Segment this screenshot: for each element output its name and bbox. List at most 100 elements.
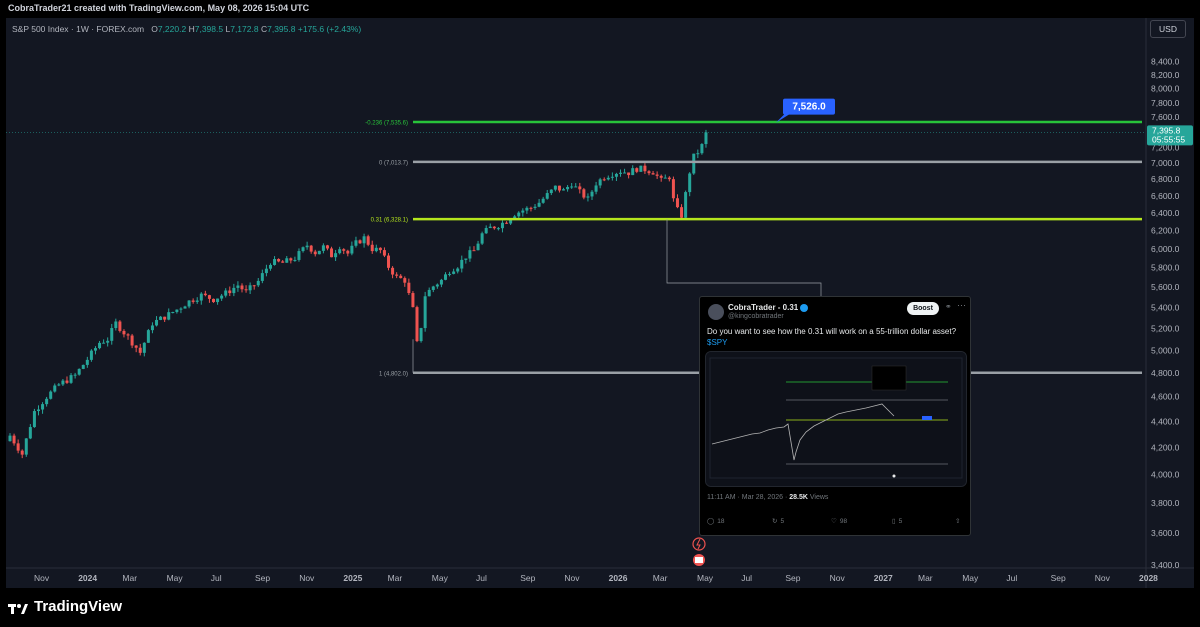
candle-body: [647, 171, 651, 174]
bookmark-button[interactable]: ▯ 5: [892, 517, 902, 526]
more-icon[interactable]: ⋯: [957, 300, 966, 311]
candle-body: [496, 228, 500, 230]
y-tick-label: 5,800.0: [1151, 263, 1180, 273]
candle-body: [399, 275, 403, 279]
candle-body: [395, 274, 399, 276]
candle-body: [500, 222, 504, 229]
candle-body: [704, 132, 708, 145]
x-tick-label: Nov: [299, 573, 315, 583]
candle-body: [289, 258, 293, 261]
candle-body: [427, 289, 431, 297]
y-tick-label: 6,600.0: [1151, 191, 1180, 201]
candle-body: [692, 153, 696, 174]
candle-body: [631, 168, 635, 176]
x-tick-label: Jul: [476, 573, 487, 583]
candle-body: [163, 316, 167, 320]
thumb-marker: [892, 474, 896, 478]
candle-body: [36, 409, 40, 412]
candle-body: [179, 308, 183, 310]
candle-body: [541, 198, 545, 203]
low-value: 7,172.8: [230, 24, 259, 34]
y-tick-label: 6,000.0: [1151, 244, 1180, 254]
candle-body: [358, 240, 362, 244]
candle-body: [12, 435, 16, 444]
candle-body: [203, 293, 207, 296]
x-tick-label: Mar: [388, 573, 403, 583]
candle-body: [207, 295, 211, 299]
candle-body: [81, 364, 85, 369]
share-button[interactable]: ⇧: [955, 517, 960, 525]
tradingview-brand[interactable]: TradingView: [8, 598, 122, 615]
candle-body: [586, 196, 590, 198]
boost-button[interactable]: Boost: [907, 302, 939, 315]
candle-body: [370, 244, 374, 252]
candle-body: [667, 177, 671, 180]
x-tick-label: 2025: [343, 573, 362, 583]
candle-body: [582, 189, 586, 198]
repost-button[interactable]: ↻ 5: [772, 517, 784, 526]
candle-body: [191, 300, 195, 302]
candle-body: [330, 248, 334, 258]
tweet-text: Do you want to see how the 0.31 will wor…: [707, 327, 957, 336]
candle-body: [134, 345, 138, 348]
candle-body: [159, 316, 163, 320]
candle-body: [61, 380, 65, 385]
embedded-tweet[interactable]: CobraTrader - 0.31 @kingcobratrader Boos…: [699, 296, 971, 536]
bookmark-icon: ▯: [892, 518, 896, 525]
candle-body: [41, 404, 45, 410]
candle-body: [549, 189, 553, 194]
avatar[interactable]: [708, 304, 724, 320]
candle-body: [671, 179, 675, 199]
y-tick-label: 6,200.0: [1151, 226, 1180, 236]
top-bar: CobraTrader21 created with TradingView.c…: [0, 0, 1200, 18]
cashtag-link[interactable]: $SPY: [707, 337, 965, 348]
x-tick-label: Sep: [255, 573, 270, 583]
reply-button[interactable]: ◯ 18: [707, 517, 725, 526]
candle-body: [273, 259, 277, 265]
grok-icon[interactable]: ⚭: [945, 302, 952, 311]
y-tick-label: 4,200.0: [1151, 442, 1180, 452]
high-value: 7,398.5: [194, 24, 224, 34]
candle-body: [643, 165, 647, 172]
candle-body: [199, 293, 203, 301]
candle-body: [268, 264, 272, 269]
candle-body: [321, 245, 325, 251]
candle-body: [110, 328, 114, 341]
candle-body: [313, 251, 317, 255]
candle-body: [553, 185, 557, 190]
y-tick-label: 3,800.0: [1151, 498, 1180, 508]
candle-body: [362, 236, 366, 244]
change-value: +175.6 (+2.43%): [297, 24, 362, 34]
footer-bar: [0, 588, 1200, 627]
candle-body: [93, 348, 97, 351]
candle-body: [480, 233, 484, 244]
candle-body: [73, 374, 77, 376]
currency-selector[interactable]: USD: [1150, 20, 1186, 38]
candle-body: [77, 368, 81, 375]
candle-body: [435, 284, 439, 287]
candle-body: [366, 236, 370, 245]
ohlc-legend: S&P 500 Index · 1W · FOREX.com O7,220.2 …: [12, 24, 361, 34]
tweet-handle[interactable]: @kingcobratrader: [728, 313, 784, 320]
y-tick-label: 8,200.0: [1151, 70, 1180, 80]
y-tick-label: 5,600.0: [1151, 282, 1180, 292]
tweet-chart-image[interactable]: [705, 351, 967, 487]
like-button[interactable]: ♡ 98: [831, 517, 847, 526]
y-tick-label: 5,400.0: [1151, 302, 1180, 312]
candle-body: [391, 267, 395, 275]
candle-body: [423, 296, 427, 329]
candlestick-chart[interactable]: 8,400.08,200.08,000.07,800.07,600.07,400…: [6, 18, 1194, 588]
tweet-author[interactable]: CobraTrader - 0.31: [728, 303, 809, 312]
candle-body: [187, 300, 191, 307]
x-tick-label: Mar: [653, 573, 668, 583]
candle-body: [602, 179, 606, 181]
reply-count: 18: [717, 517, 725, 525]
symbol-label: S&P 500 Index · 1W · FOREX.com: [12, 24, 145, 34]
candle-body: [378, 247, 382, 251]
fib-level-label: -0.236 (7,535.6): [365, 120, 408, 126]
x-tick-label: Nov: [1095, 573, 1111, 583]
candle-body: [305, 245, 309, 248]
candle-body: [49, 391, 53, 399]
x-tick-label: Sep: [1051, 573, 1066, 583]
candle-body: [228, 290, 232, 294]
